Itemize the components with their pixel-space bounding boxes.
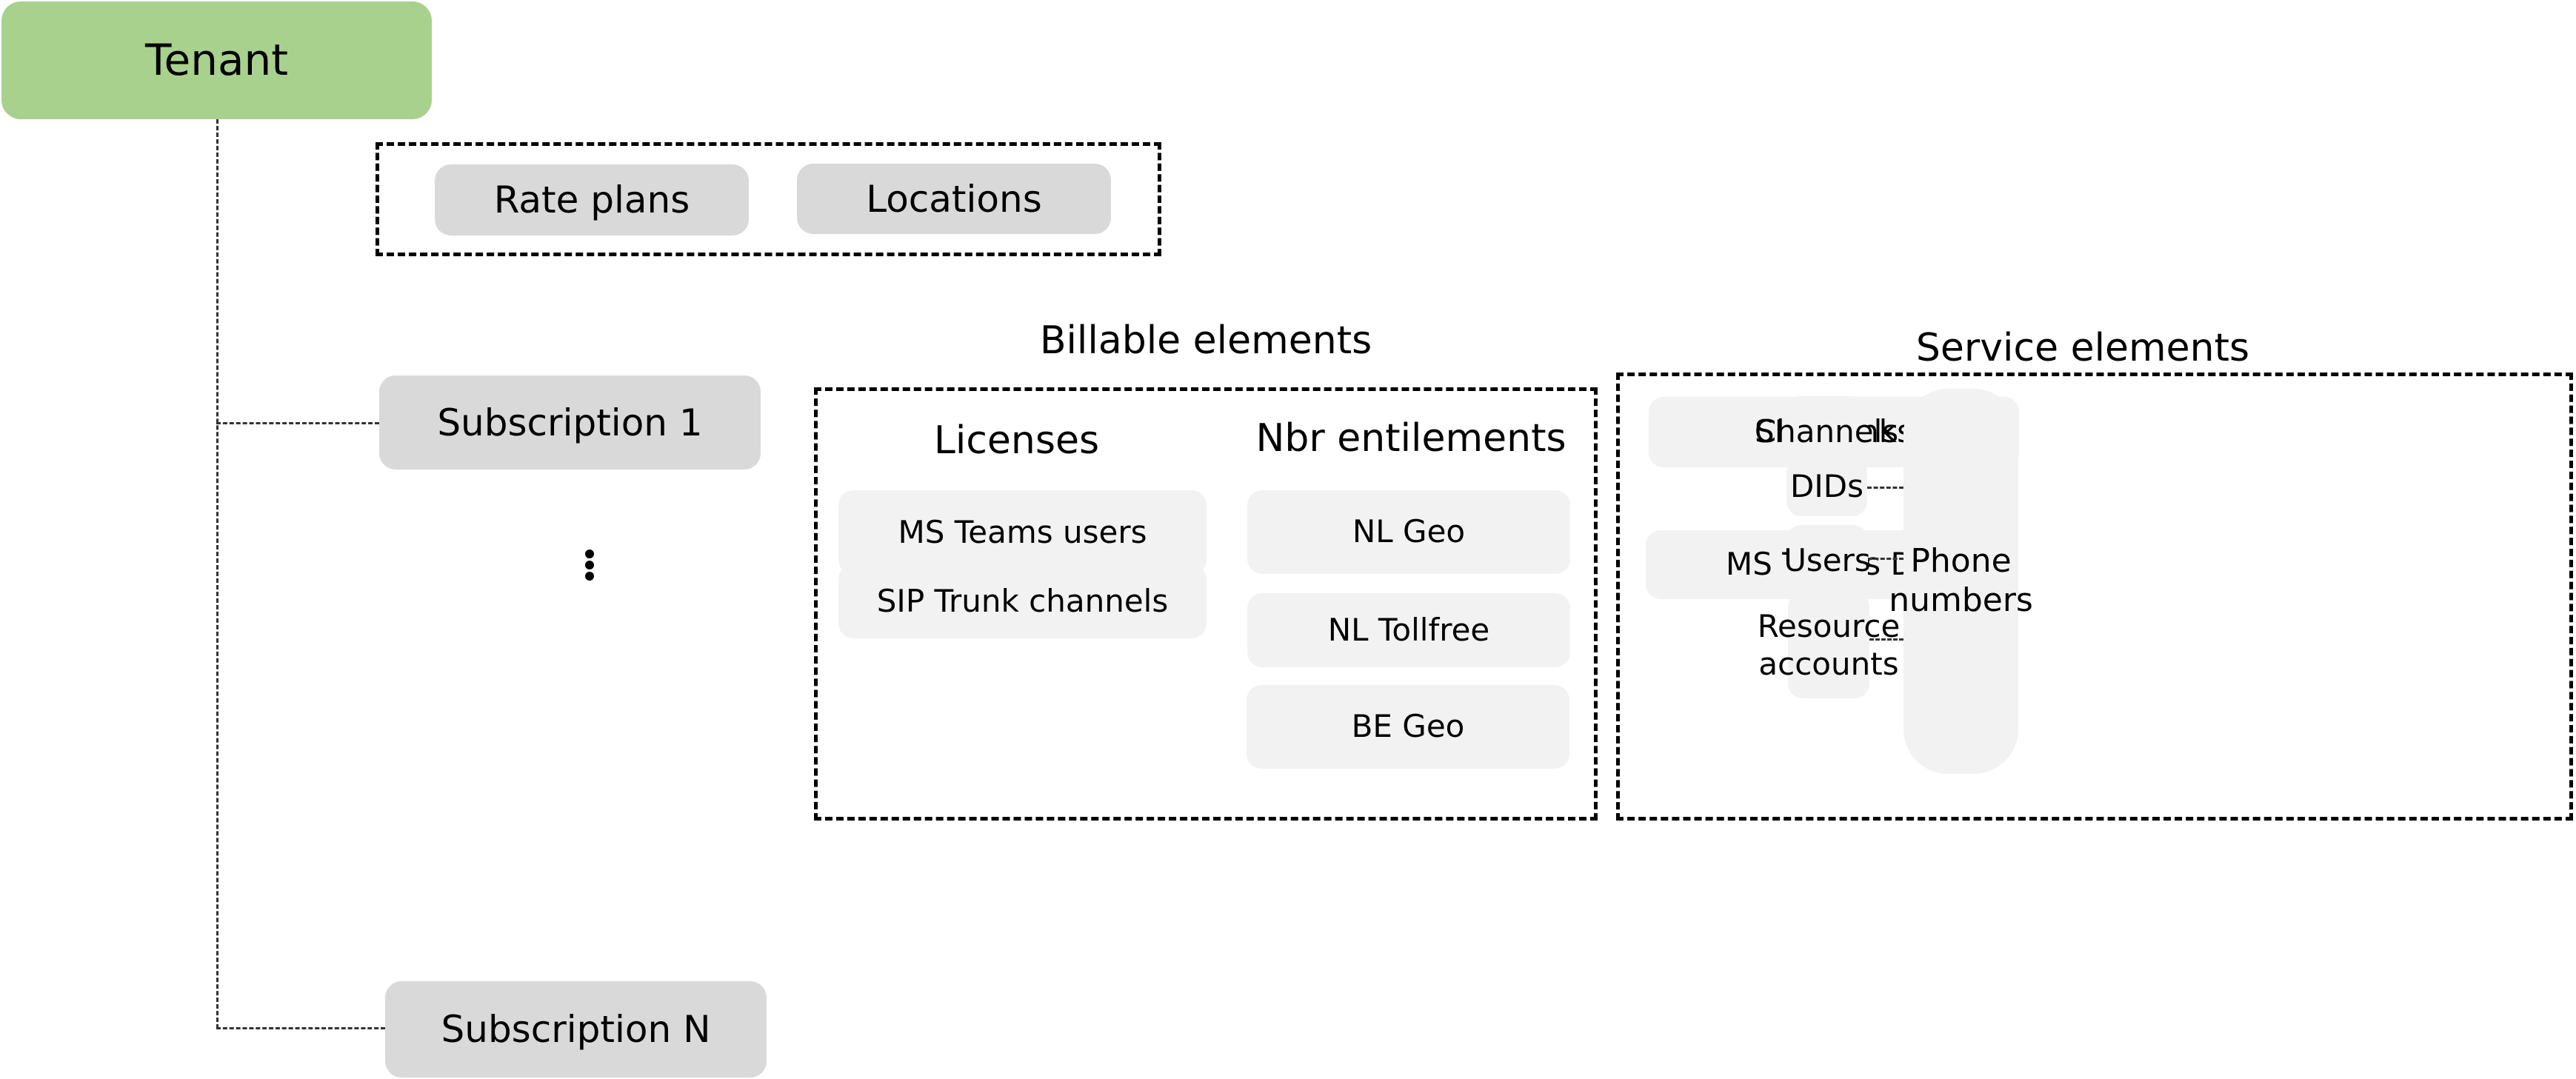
rate-plans-node[interactable]: Rate plans [435, 164, 749, 235]
connector-subscription-n [216, 1027, 385, 1029]
license-item-label: MS Teams users [898, 513, 1147, 550]
tenant-node[interactable]: Tenant [1, 1, 432, 119]
subscription-n-node[interactable]: Subscription N [385, 981, 767, 1078]
ellipsis-dot [585, 549, 594, 558]
service-sub-element[interactable]: Resource accounts [1758, 592, 1900, 698]
subscription-n-label: Subscription N [441, 1008, 711, 1051]
subscription-1-label: Subscription 1 [437, 401, 703, 444]
entitlement-item[interactable]: NL Tollfree [1247, 593, 1570, 667]
ellipsis-dot [585, 572, 594, 581]
service-sub-element[interactable]: DIDs [1786, 458, 1867, 516]
entitlement-item-label: BE Geo [1351, 708, 1465, 745]
phone-numbers-node[interactable]: Phone numbers [1889, 389, 2033, 774]
licenses-heading: Licenses [933, 418, 1100, 463]
connector-resource-accounts-phone-numbers [1869, 638, 1903, 641]
entitlement-item[interactable]: BE Geo [1247, 685, 1569, 769]
service-sub-element-label: DIDs [1790, 468, 1863, 505]
nbr-entitlements-heading: Nbr entilements [1255, 416, 1566, 461]
tenant-label: Tenant [144, 34, 289, 85]
locations-label: Locations [866, 177, 1042, 221]
tenant-tree-connector [216, 119, 218, 1029]
service-sub-element-label: Users [1783, 542, 1871, 579]
service-sub-element-label: Channels [1754, 413, 1899, 450]
service-sub-element[interactable]: Users [1783, 525, 1871, 597]
license-item[interactable]: MS Teams users [838, 490, 1207, 575]
billable-elements-title: Billable elements [1039, 318, 1372, 363]
connector-subscription-1 [216, 422, 379, 424]
locations-node[interactable]: Locations [797, 164, 1111, 234]
service-elements-title: Service elements [1915, 326, 2250, 370]
entitlement-item-label: NL Tollfree [1327, 611, 1490, 648]
entitlement-item[interactable]: NL Geo [1247, 490, 1570, 574]
entitlement-item-label: NL Geo [1352, 513, 1466, 550]
subscription-1-node[interactable]: Subscription 1 [379, 375, 761, 470]
license-item[interactable]: SIP Trunk channels [838, 564, 1207, 638]
service-sub-element-label: Resource accounts [1757, 608, 1901, 682]
ellipsis-dot [585, 561, 594, 569]
license-item-label: SIP Trunk channels [876, 582, 1169, 619]
phone-numbers-label: Phone numbers [1889, 542, 2033, 619]
connector-dids-phone-numbers [1867, 487, 1903, 489]
rate-plans-label: Rate plans [493, 178, 690, 221]
connector-users-phone-numbers [1868, 558, 1903, 560]
